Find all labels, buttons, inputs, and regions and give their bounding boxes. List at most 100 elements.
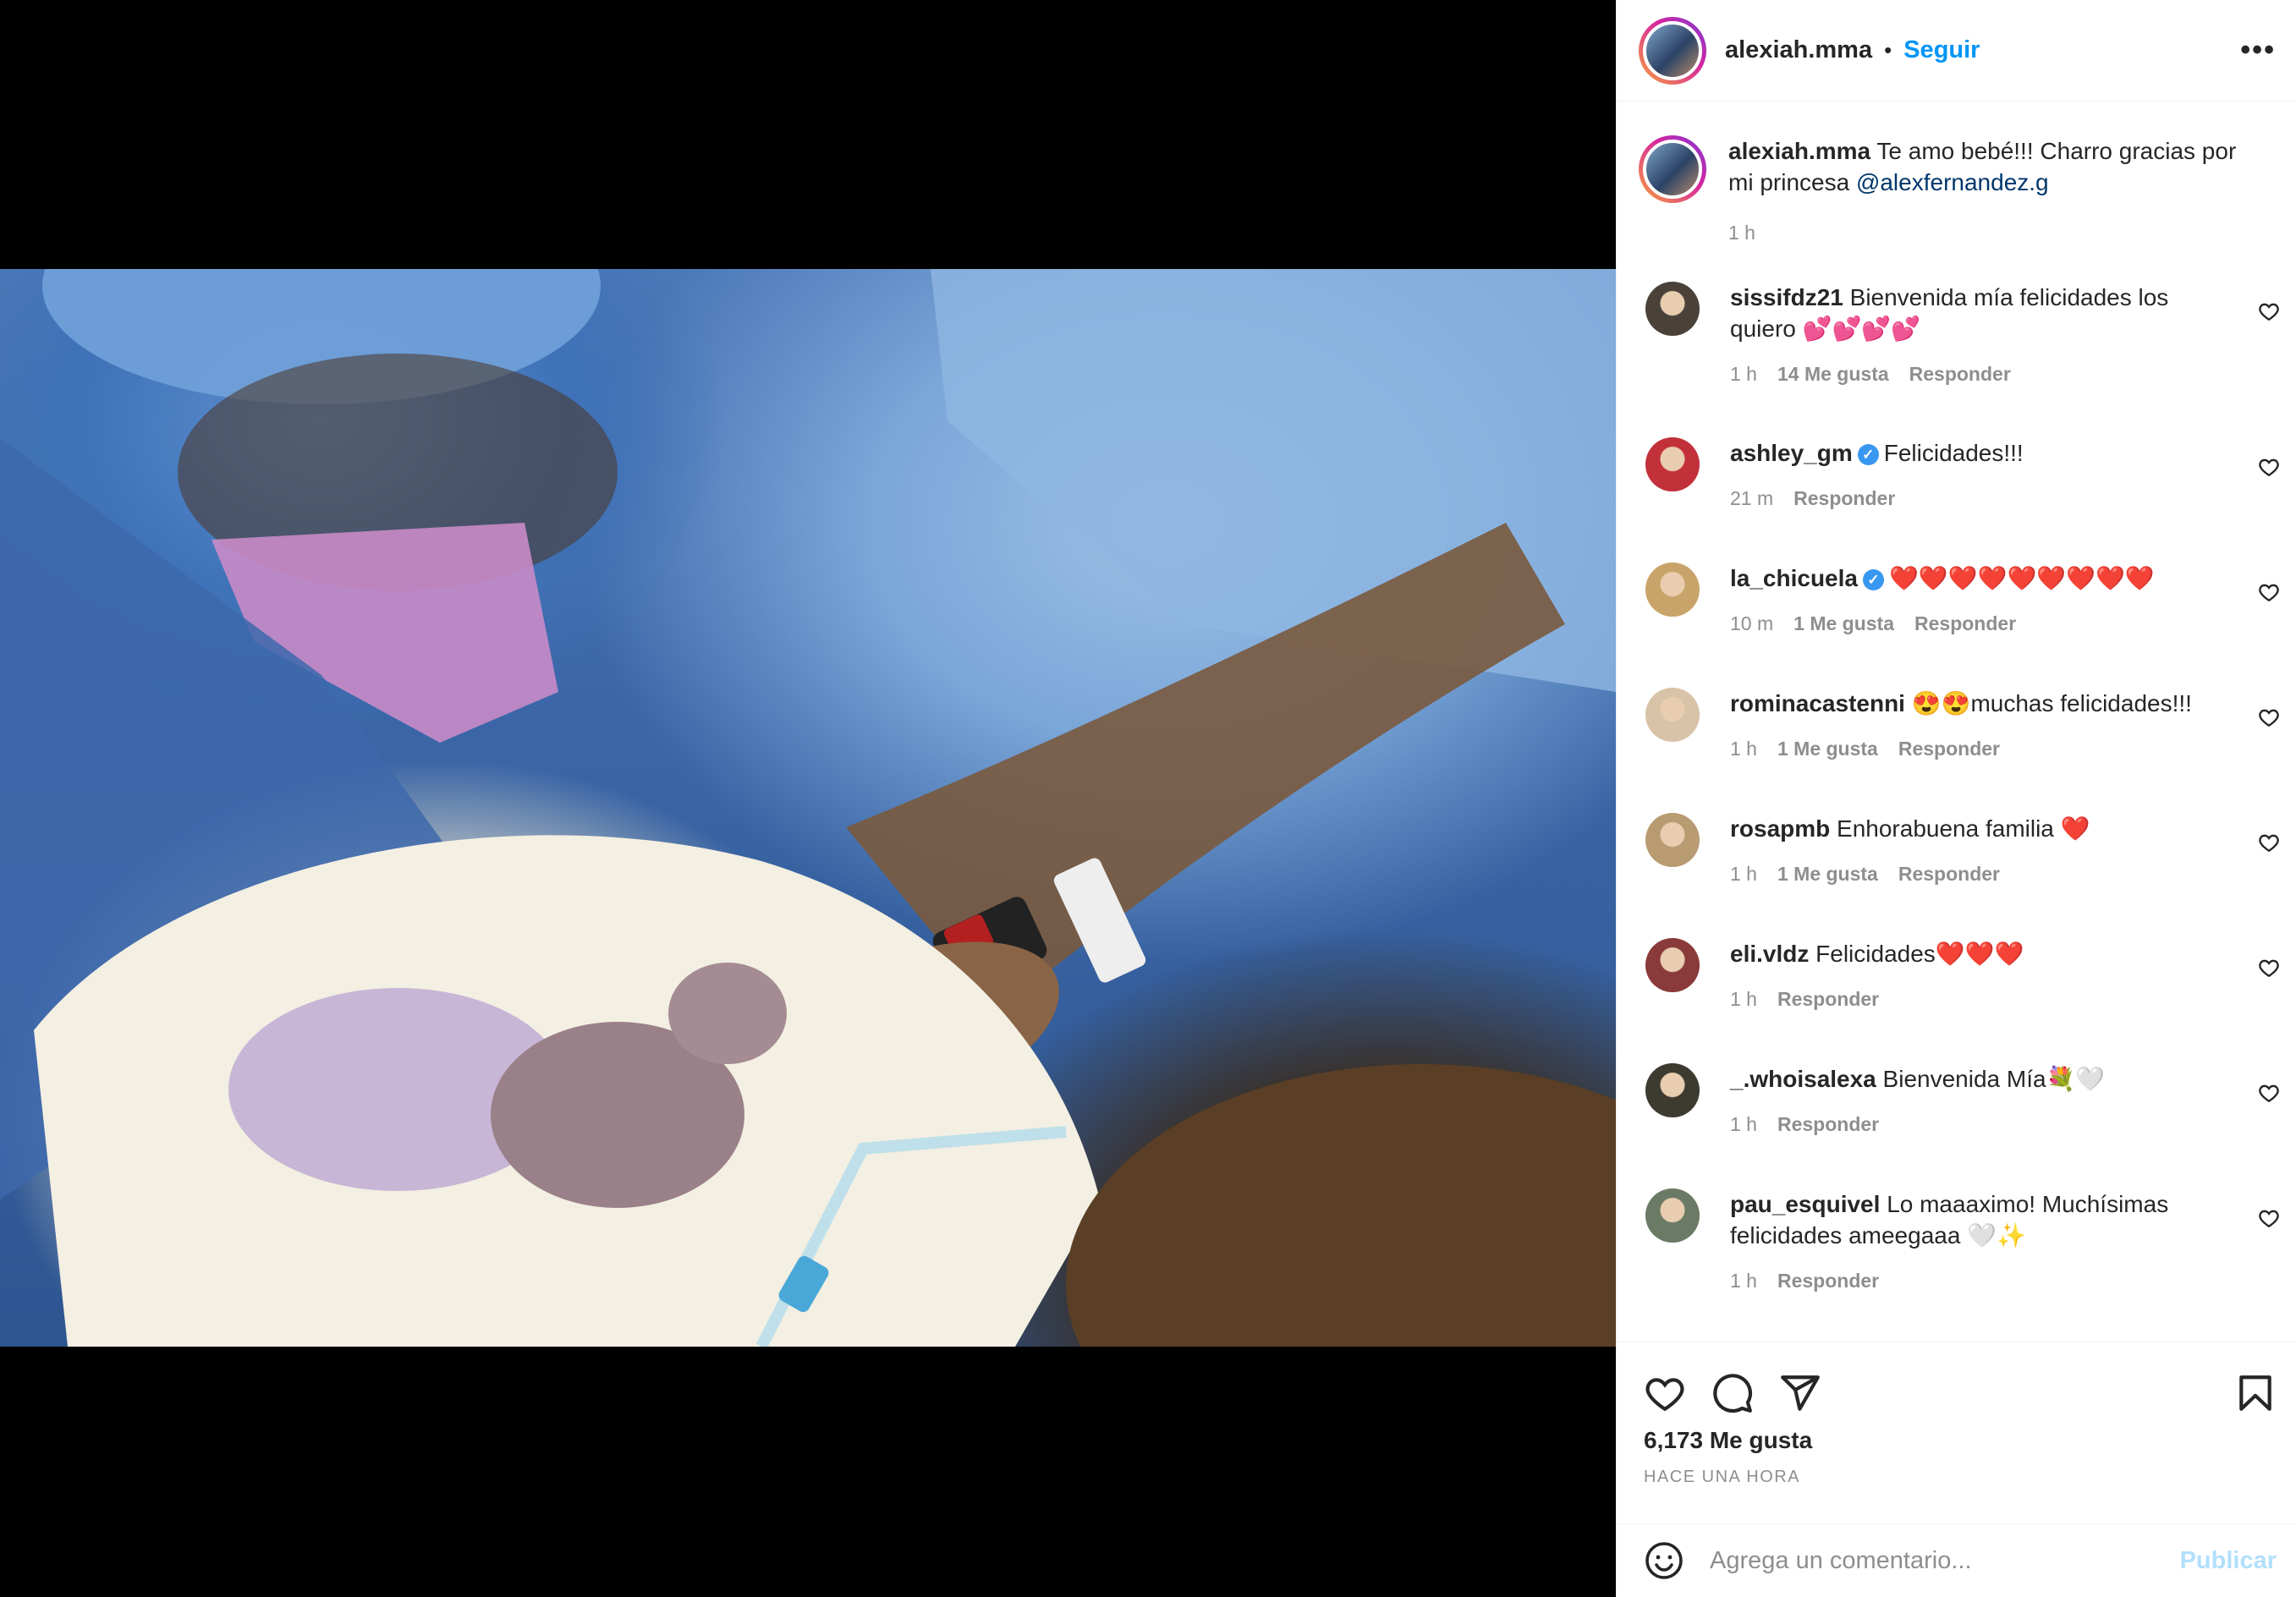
comment-row: _.whoisalexa Bienvenida Mía💐🤍 1 h Respon… [1617, 1063, 2296, 1188]
reply-button[interactable]: Responder [1777, 1113, 1879, 1136]
comment-text: Bienvenida Mía💐🤍 [1882, 1066, 2106, 1092]
comment-text-block: ashley_gm ✓ Felicidades!!! [1730, 437, 2238, 469]
comment-time[interactable]: 1 h [1730, 1270, 1757, 1292]
comment-text-block: pau_esquivel Lo maaaximo! Muchísimas fel… [1730, 1188, 2238, 1251]
caption-mention-link[interactable]: @alexfernandez.g [1856, 169, 2049, 195]
comment-time[interactable]: 21 m [1730, 487, 1773, 510]
comment-like-icon[interactable] [2258, 1207, 2280, 1229]
comment-text-block: rominacastenni 😍😍muchas felicidades!!! [1730, 688, 2238, 719]
comment-meta: 1 h 1 Me gusta Responder [1730, 863, 2238, 886]
commenter-avatar[interactable] [1645, 1063, 1700, 1117]
post-sidebar: alexiah.mma • Seguir ••• alexiah.mma Te … [1616, 0, 2296, 1597]
caption-meta: 1 h [1728, 222, 2261, 244]
follow-button[interactable]: Seguir [1903, 36, 1980, 64]
comment-likes[interactable]: 14 Me gusta [1777, 363, 1889, 386]
reply-button[interactable]: Responder [1777, 1270, 1879, 1292]
add-comment-bar: Publicar [1617, 1523, 2296, 1597]
more-options-icon[interactable]: ••• [2240, 34, 2276, 67]
commenter-avatar[interactable] [1645, 688, 1700, 742]
commenter-avatar[interactable] [1645, 813, 1700, 867]
reply-button[interactable]: Responder [1909, 363, 2011, 386]
comment-row: eli.vldz Felicidades❤️❤️❤️ 1 h Responder [1617, 938, 2296, 1063]
commenter-username[interactable]: pau_esquivel [1730, 1191, 1880, 1217]
reply-button[interactable]: Responder [1793, 487, 1895, 510]
comment-like-icon[interactable] [2258, 581, 2280, 603]
comment-row: rosapmb Enhorabuena familia ❤️ 1 h 1 Me … [1617, 813, 2296, 938]
commenter-username[interactable]: eli.vldz [1730, 941, 1809, 967]
comment-like-icon[interactable] [2258, 300, 2280, 322]
comment-like-icon[interactable] [2258, 706, 2280, 728]
publish-button[interactable]: Publicar [2180, 1547, 2277, 1575]
comment-like-icon[interactable] [2258, 831, 2280, 853]
commenter-avatar[interactable] [1645, 282, 1700, 336]
author-username[interactable]: alexiah.mma [1725, 36, 1872, 64]
comment-input[interactable] [1710, 1546, 2180, 1575]
comment-meta: 1 h 14 Me gusta Responder [1730, 363, 2238, 386]
comment-text: Enhorabuena familia ❤️ [1837, 815, 2090, 842]
emoji-icon[interactable] [1644, 1540, 1684, 1581]
save-icon[interactable] [2234, 1372, 2277, 1414]
post-actions: 6,173 Me gusta HACE UNA HORA [1617, 1342, 2296, 1523]
commenter-username[interactable]: sissifdz21 [1730, 284, 1843, 310]
comment-like-icon[interactable] [2258, 957, 2280, 979]
comment-text-block: rosapmb Enhorabuena familia ❤️ [1730, 813, 2238, 844]
post-caption: alexiah.mma Te amo bebé!!! Charro gracia… [1617, 102, 2296, 244]
comment-time[interactable]: 1 h [1730, 863, 1757, 886]
commenter-avatar[interactable] [1645, 1188, 1700, 1243]
comments-list[interactable]: alexiah.mma Te amo bebé!!! Charro gracia… [1617, 102, 2296, 1342]
comment-meta: 10 m 1 Me gusta Responder [1730, 612, 2238, 635]
reply-button[interactable]: Responder [1914, 612, 2016, 635]
share-icon[interactable] [1779, 1372, 1821, 1414]
verified-badge-icon: ✓ [1857, 444, 1879, 466]
commenter-avatar[interactable] [1645, 563, 1700, 617]
comment-meta: 1 h Responder [1730, 1270, 2238, 1292]
caption-time[interactable]: 1 h [1728, 222, 1755, 244]
comment-text-block: eli.vldz Felicidades❤️❤️❤️ [1730, 938, 2238, 969]
photo-illustration [0, 269, 1616, 1347]
comment-time[interactable]: 1 h [1730, 363, 1757, 386]
comment-icon[interactable] [1711, 1372, 1754, 1414]
commenter-username[interactable]: rosapmb [1730, 815, 1830, 842]
commenter-username[interactable]: la_chicuela [1730, 565, 1858, 591]
post-photo[interactable] [0, 269, 1616, 1347]
comment-row: la_chicuela ✓ ❤️❤️❤️❤️❤️❤️❤️❤️❤️ 10 m 1 Me… [1617, 563, 2296, 688]
caption-username[interactable]: alexiah.mma [1728, 138, 1870, 164]
commenter-username[interactable]: _.whoisalexa [1730, 1066, 1876, 1092]
comment-time[interactable]: 1 h [1730, 1113, 1757, 1136]
caption-avatar[interactable] [1639, 135, 1706, 203]
post-media-area [0, 0, 1616, 1597]
reply-button[interactable]: Responder [1777, 988, 1879, 1011]
comment-time[interactable]: 1 h [1730, 738, 1757, 760]
comment-text: ❤️❤️❤️❤️❤️❤️❤️❤️❤️ [1888, 565, 2155, 591]
post-header: alexiah.mma • Seguir ••• [1617, 0, 2296, 102]
comment-row: pau_esquivel Lo maaaximo! Muchísimas fel… [1617, 1188, 2296, 1342]
caption-text-block: alexiah.mma Te amo bebé!!! Charro gracia… [1728, 135, 2261, 198]
like-icon[interactable] [1644, 1372, 1686, 1414]
separator-dot: • [1884, 37, 1892, 63]
comment-time[interactable]: 1 h [1730, 988, 1757, 1011]
post-timestamp[interactable]: HACE UNA HORA [1617, 1454, 2296, 1487]
commenter-avatar[interactable] [1645, 437, 1700, 491]
comment-text: Felicidades!!! [1883, 440, 2024, 466]
comment-likes[interactable]: 1 Me gusta [1793, 612, 1894, 635]
comment-like-icon[interactable] [2258, 1082, 2280, 1104]
author-avatar[interactable] [1639, 16, 1706, 85]
reply-button[interactable]: Responder [1898, 738, 2000, 760]
comment-row: sissifdz21 Bienvenida mía felicidades lo… [1617, 282, 2296, 437]
comment-time[interactable]: 10 m [1730, 612, 1773, 635]
comment-meta: 1 h Responder [1730, 1113, 2238, 1136]
comment-likes[interactable]: 1 Me gusta [1777, 738, 1878, 760]
likes-count[interactable]: 6,173 Me gusta [1617, 1427, 2296, 1454]
comment-text: Felicidades❤️❤️❤️ [1815, 941, 2024, 967]
commenter-username[interactable]: rominacastenni [1730, 690, 1905, 716]
comment-like-icon[interactable] [2258, 456, 2280, 478]
commenter-username[interactable]: ashley_gm [1730, 440, 1853, 466]
comment-meta: 21 m Responder [1730, 487, 2238, 510]
comment-row: rominacastenni 😍😍muchas felicidades!!! 1… [1617, 688, 2296, 813]
reply-button[interactable]: Responder [1898, 863, 2000, 886]
comment-likes[interactable]: 1 Me gusta [1777, 863, 1878, 886]
comment-meta: 1 h 1 Me gusta Responder [1730, 738, 2238, 760]
commenter-avatar[interactable] [1645, 938, 1700, 992]
comment-meta: 1 h Responder [1730, 988, 2238, 1011]
comment-text: 😍😍muchas felicidades!!! [1911, 690, 2192, 716]
